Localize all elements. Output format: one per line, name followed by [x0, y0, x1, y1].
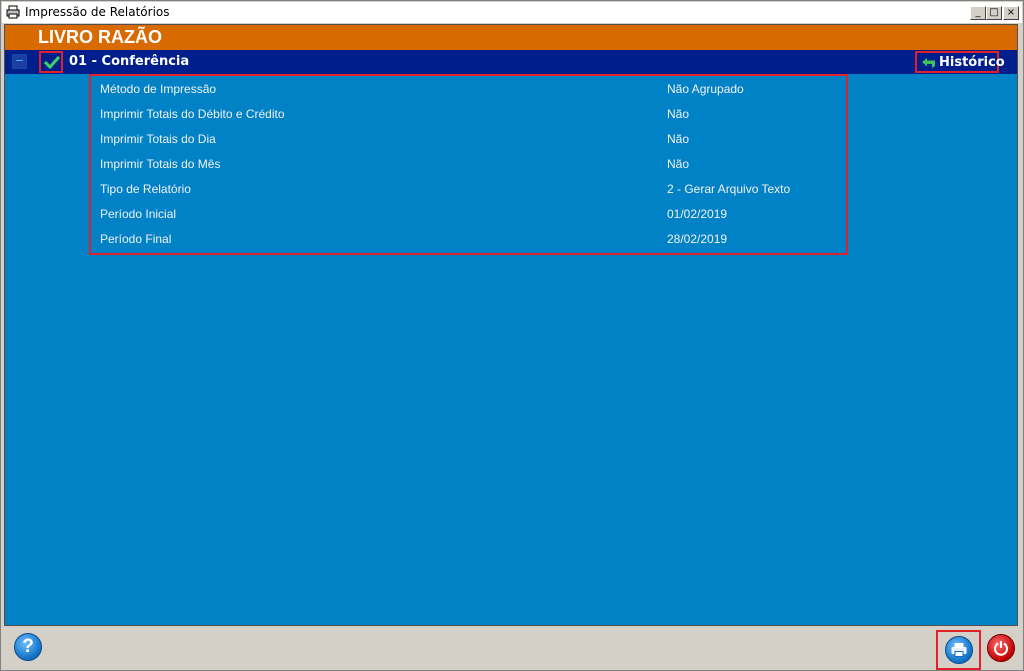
param-value: 28/02/2019 [667, 232, 728, 246]
check-icon [44, 55, 60, 69]
report-print-window: Impressão de Relatórios _ □ × LIVRO RAZÃ… [0, 0, 1024, 671]
title-bar: Impressão de Relatórios _ □ × [2, 2, 1022, 23]
printer-icon [951, 643, 967, 657]
help-button[interactable]: ? [14, 633, 42, 661]
param-value: Não [667, 157, 690, 171]
undo-arrow-icon [922, 58, 935, 68]
param-key: Método de Impressão [100, 82, 217, 96]
print-button[interactable] [945, 636, 973, 664]
list-item[interactable]: Período Final 28/02/2019 [91, 228, 846, 248]
param-value: Não [667, 107, 690, 121]
group-label: 01 - Conferência [69, 54, 190, 69]
param-key: Período Inicial [100, 207, 177, 221]
param-value: Não Agrupado [667, 82, 744, 96]
maximize-button[interactable]: □ [986, 6, 1002, 20]
list-item[interactable]: Tipo de Relatório 2 - Gerar Arquivo Text… [91, 178, 846, 198]
list-item[interactable]: Imprimir Totais do Mês Não [91, 153, 846, 173]
report-header: LIVRO RAZÃO [5, 25, 1017, 50]
close-button[interactable]: × [1003, 6, 1019, 20]
list-item[interactable]: Imprimir Totais do Dia Não [91, 128, 846, 148]
footer-toolbar: ? [1, 628, 1023, 670]
param-key: Período Final [100, 232, 172, 246]
report-panel: LIVRO RAZÃO − 01 - Conferência Histórico… [4, 24, 1018, 626]
report-group-bar: − 01 - Conferência Histórico [5, 50, 1017, 74]
list-item[interactable]: Método de Impressão Não Agrupado [91, 78, 846, 98]
param-key: Tipo de Relatório [100, 182, 191, 196]
param-value: 2 - Gerar Arquivo Texto [667, 182, 791, 196]
collapse-toggle[interactable]: − [12, 53, 27, 69]
minimize-button[interactable]: _ [970, 6, 986, 20]
help-icon: ? [22, 636, 34, 657]
param-key: Imprimir Totais do Dia [100, 132, 216, 146]
param-value: Não [667, 132, 690, 146]
group-checkbox[interactable] [39, 51, 63, 73]
history-label: Histórico [939, 55, 1005, 70]
history-button[interactable]: Histórico [915, 51, 1005, 73]
parameters-list: Método de Impressão Não Agrupado Imprimi… [89, 74, 848, 255]
param-value: 01/02/2019 [667, 207, 728, 221]
power-icon [994, 641, 1008, 656]
report-title: LIVRO RAZÃO [38, 27, 162, 47]
print-button-highlight [936, 630, 981, 670]
list-item[interactable]: Período Inicial 01/02/2019 [91, 203, 846, 223]
window-title: Impressão de Relatórios [25, 5, 170, 19]
list-item[interactable]: Imprimir Totais do Débito e Crédito Não [91, 103, 846, 123]
param-key: Imprimir Totais do Mês [100, 157, 221, 171]
printer-app-icon [6, 5, 20, 19]
param-key: Imprimir Totais do Débito e Crédito [100, 107, 285, 121]
exit-button[interactable] [987, 634, 1015, 662]
